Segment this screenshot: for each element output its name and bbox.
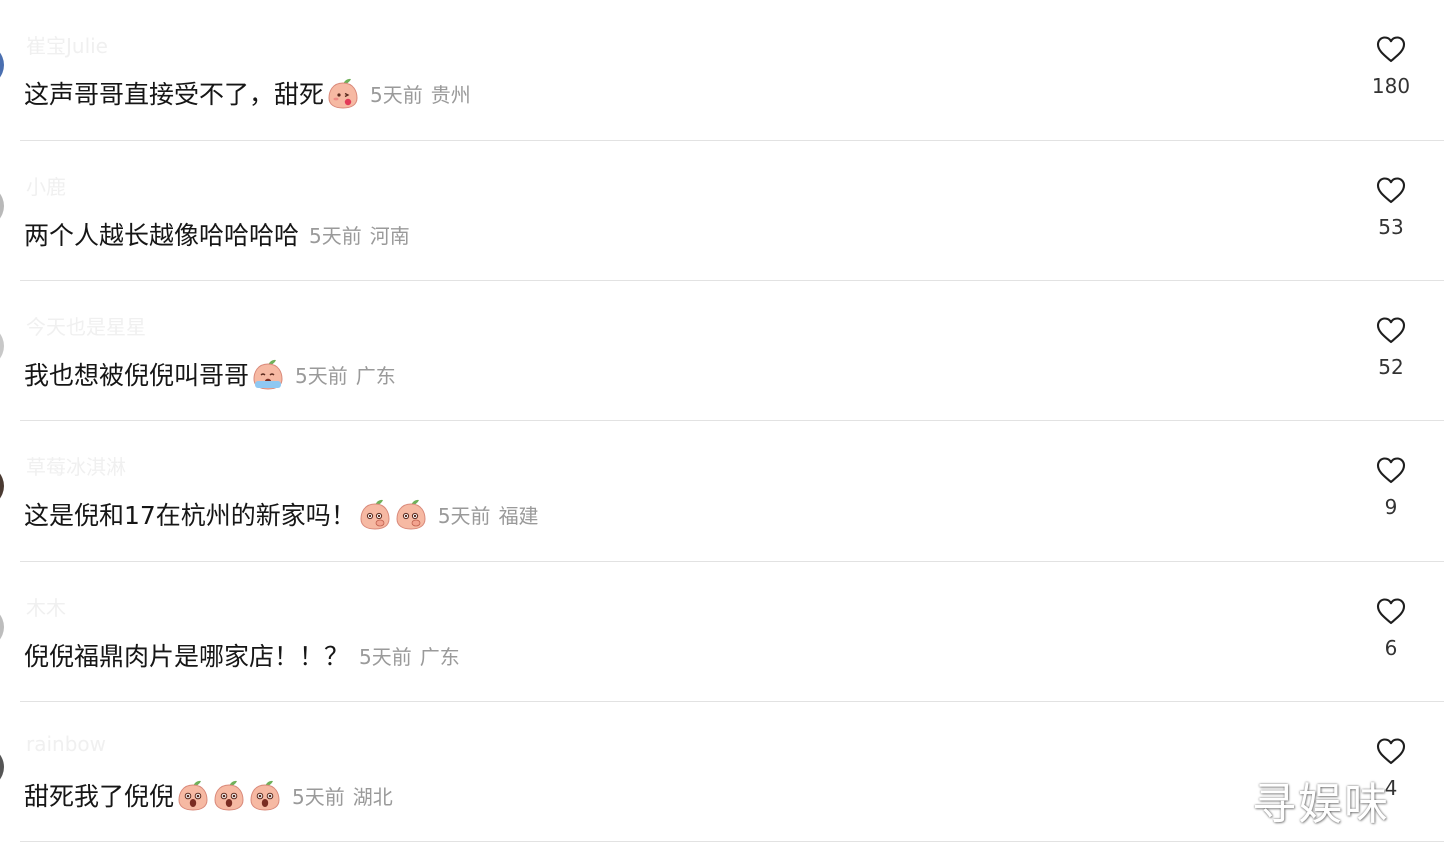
heart-outline-icon[interactable]: [1375, 34, 1407, 64]
avatar[interactable]: [0, 185, 4, 227]
avatar[interactable]: [0, 465, 4, 507]
peach-shy-emoji: [358, 497, 392, 531]
like-button[interactable]: 9: [1360, 455, 1422, 525]
heart-outline-icon[interactable]: [1375, 315, 1407, 345]
comment-meta: 5天前 广东: [295, 360, 396, 389]
avatar[interactable]: [0, 325, 4, 367]
like-count: 6: [1384, 636, 1398, 660]
comment-time: 5天前: [295, 363, 348, 388]
comment-body: 甜死我了倪倪 5天前 湖北: [24, 775, 393, 815]
comment-item[interactable]: 小鹿两个人越长越像哈哈哈哈 5天前 河南 53: [0, 141, 1444, 281]
peach-shocked-emoji: [212, 778, 246, 812]
peach-crying-emoji: [251, 357, 285, 391]
like-button[interactable]: 6: [1360, 596, 1422, 666]
comment-time: 5天前: [309, 223, 362, 248]
peach-kiss-emoji: [326, 76, 360, 110]
comment-time: 5天前: [370, 82, 423, 107]
peach-shy-emoji: [394, 497, 428, 531]
comment-region: 福建: [498, 503, 539, 528]
peach-shocked-emoji: [248, 778, 282, 812]
comment-username[interactable]: rainbow: [26, 732, 106, 756]
comment-username[interactable]: 崔宝Julie: [26, 30, 108, 59]
comment-region: 河南: [369, 223, 410, 248]
comment-item[interactable]: 崔宝Julie 这声哥哥直接受不了，甜死 5天前 贵州 180: [0, 0, 1444, 140]
comment-meta: 5天前 福建: [438, 500, 539, 529]
peach-shocked-emoji: [176, 778, 210, 812]
comment-time: 5天前: [292, 784, 345, 809]
comment-text: 倪倪福鼎肉片是哪家店！！？: [24, 642, 350, 671]
comment-time: 5天前: [359, 644, 412, 669]
comment-item[interactable]: 草莓冰淇淋这是倪和17在杭州的新家吗！ 5天前 福建 9: [0, 421, 1444, 561]
comment-item[interactable]: 今天也是星星我也想被倪倪叫哥哥 5天前 广东 52: [0, 281, 1444, 421]
comment-time: 5天前: [437, 503, 491, 528]
comment-username[interactable]: 小鹿: [26, 171, 66, 200]
comment-body: 这声哥哥直接受不了，甜死 5天前 贵州: [24, 73, 471, 113]
like-count: 180: [1371, 74, 1411, 98]
comment-body: 两个人越长越像哈哈哈哈 5天前 河南: [24, 214, 410, 254]
comment-username[interactable]: 今天也是星星: [26, 311, 146, 340]
comment-body: 倪倪福鼎肉片是哪家店！！？ 5天前 广东: [24, 635, 460, 675]
comment-item[interactable]: 木木倪倪福鼎肉片是哪家店！！？ 5天前 广东 6: [0, 562, 1444, 702]
avatar[interactable]: [0, 746, 4, 788]
like-button[interactable]: 53: [1360, 175, 1422, 245]
comment-text: 两个人越长越像哈哈哈哈: [24, 221, 300, 250]
comment-meta: 5天前 广东: [359, 641, 460, 670]
comment-text: 我也想被倪倪叫哥哥: [24, 361, 250, 390]
heart-outline-icon[interactable]: [1375, 175, 1407, 205]
comment-meta: 5天前 贵州: [370, 79, 471, 108]
comment-text: 这是倪和17在杭州的新家吗！: [24, 501, 356, 530]
comment-text: 甜死我了倪倪: [24, 782, 175, 811]
comment-region: 广东: [419, 644, 460, 669]
comment-text: 这声哥哥直接受不了，甜死: [24, 80, 325, 109]
comment-region: 广东: [355, 363, 396, 388]
like-count: 52: [1378, 355, 1404, 379]
avatar[interactable]: [0, 44, 4, 86]
comment-meta: 5天前 河南: [309, 220, 410, 249]
comment-region: 湖北: [352, 784, 393, 809]
comment-body: 我也想被倪倪叫哥哥 5天前 广东: [24, 354, 396, 394]
like-button[interactable]: 180: [1360, 34, 1422, 104]
comment-username[interactable]: 木木: [26, 592, 66, 621]
like-count: 53: [1378, 215, 1404, 239]
like-button[interactable]: 52: [1360, 315, 1422, 385]
heart-outline-icon[interactable]: [1375, 596, 1407, 626]
comment-body: 这是倪和17在杭州的新家吗！ 5天前 福建: [24, 494, 539, 534]
like-count: 9: [1384, 495, 1398, 519]
watermark: 寻娱味: [1252, 779, 1390, 830]
comment-username[interactable]: 草莓冰淇淋: [26, 451, 126, 480]
comment-item[interactable]: rainbow 甜死我了倪倪 5天前 湖北 4: [0, 702, 1444, 842]
avatar[interactable]: [0, 606, 4, 648]
comment-region: 贵州: [430, 82, 471, 107]
divider: [20, 841, 1444, 842]
comment-meta: 5天前 湖北: [292, 781, 393, 810]
heart-outline-icon[interactable]: [1375, 455, 1407, 485]
heart-outline-icon[interactable]: [1375, 736, 1407, 766]
